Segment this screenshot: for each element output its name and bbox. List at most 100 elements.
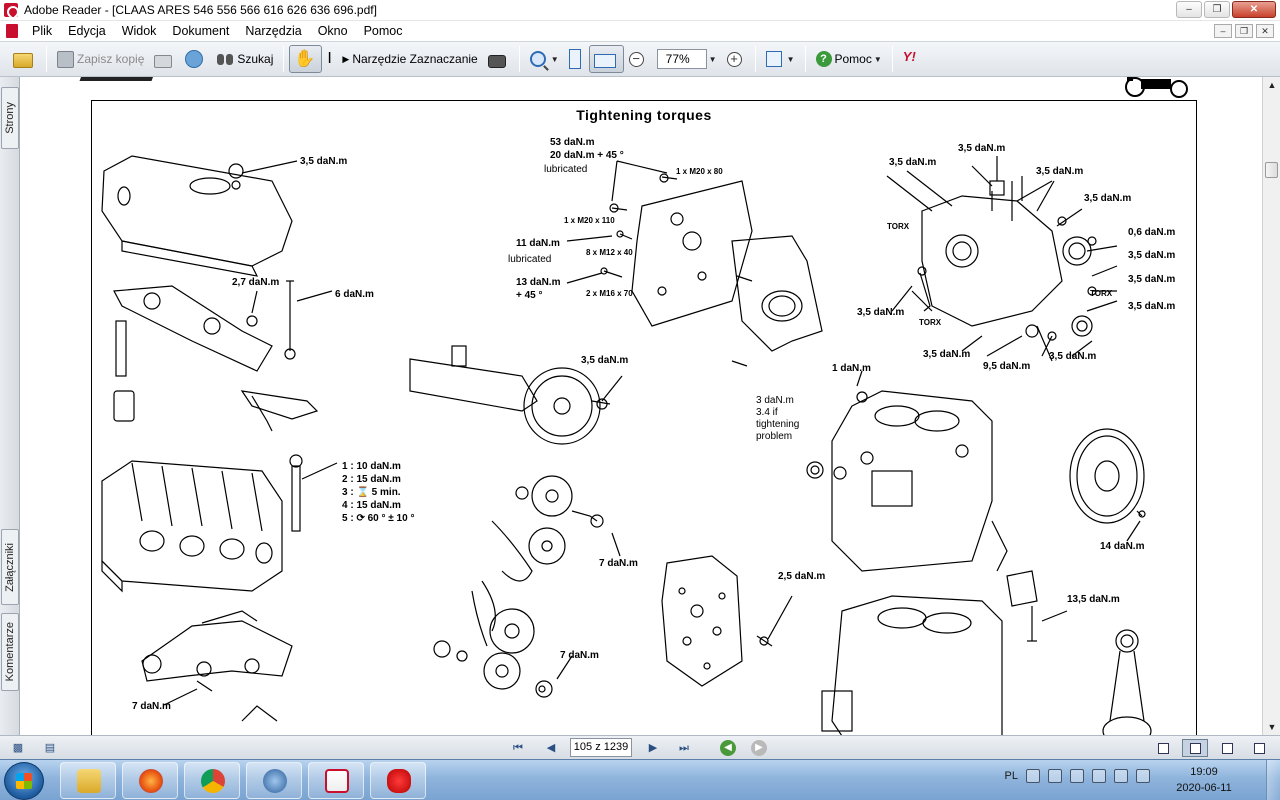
document-icon[interactable] [6, 24, 18, 38]
menu-pomoc[interactable]: Pomoc [356, 21, 411, 41]
toolbar: Zapisz kopię Szukaj ✋ I ▶ Narzędzie Zaznac… [0, 41, 1280, 77]
zoom-tool-button[interactable]: ▼ [525, 45, 564, 73]
keyboard-icon[interactable] [1026, 769, 1040, 783]
toolbar-separator [46, 46, 47, 72]
tab-comments[interactable]: Komentarze [1, 613, 19, 691]
open-button[interactable] [8, 45, 41, 73]
select-tool-label: Narzędzie Zaznaczanie [352, 52, 478, 66]
search-button[interactable]: Szukaj [211, 45, 278, 73]
facing-page-icon [1222, 743, 1233, 754]
zoom-in-button[interactable]: + [722, 45, 750, 73]
continuous-facing-view-button[interactable] [1246, 739, 1272, 757]
volume-icon[interactable] [1136, 769, 1150, 783]
dropdown-arrow-icon: ▼ [708, 54, 717, 64]
taskbar-app[interactable] [370, 762, 426, 799]
torque-camshaft: 3,5 daN.m [581, 355, 629, 366]
zoom-level-select[interactable]: 77% ▼ [652, 45, 722, 73]
adobe-reader-icon [325, 769, 349, 793]
next-page-button[interactable]: ▶ [645, 740, 661, 756]
clock[interactable]: 19:09 2020-06-11 [1168, 764, 1240, 796]
menu-edycja[interactable]: Edycja [60, 21, 114, 41]
facing-view-button[interactable] [1214, 739, 1240, 757]
previous-page-button[interactable]: ◀ [543, 740, 559, 756]
select-tool-button[interactable]: I ▶ Narzędzie Zaznaczanie [322, 45, 482, 73]
last-page-button[interactable]: ⏭ [676, 740, 692, 756]
zoom-out-button[interactable]: − [624, 45, 652, 73]
doc-restore-button[interactable]: ❐ [1235, 24, 1253, 38]
toolbar-separator [804, 46, 806, 72]
thunderbird-icon [263, 769, 287, 793]
taskbar-adobe-reader[interactable] [308, 762, 364, 799]
tab-attachments[interactable]: Załączniki [1, 529, 19, 605]
panel-toggle-icon[interactable]: ▩ [10, 740, 26, 756]
rotate-button[interactable]: ▼ [761, 45, 800, 73]
print-button[interactable] [149, 45, 180, 73]
doc-close-button[interactable]: ✕ [1256, 24, 1274, 38]
previous-view-button[interactable]: ◀ [720, 740, 736, 756]
scroll-thumb[interactable] [1265, 162, 1278, 178]
splash-icon [387, 769, 411, 793]
torque-pump-j: 3,5 daN.m [923, 349, 971, 360]
minimize-button[interactable]: – [1176, 1, 1202, 18]
printer-icon [154, 54, 173, 68]
head-sequence-4: 4 : 15 daN.m [342, 500, 401, 511]
menu-widok[interactable]: Widok [114, 21, 165, 41]
network-icon[interactable] [1070, 769, 1084, 783]
document-view[interactable]: Tightening torques 3,5 daN.m 2,7 daN.m 6… [21, 77, 1262, 735]
binoculars-icon [216, 51, 234, 67]
menu-okno[interactable]: Okno [310, 21, 356, 41]
first-page-button[interactable]: ⏮ [510, 740, 526, 756]
help-button[interactable]: ? Pomoc ▼ [811, 45, 887, 73]
yahoo-toolbar-button[interactable]: Y! [898, 45, 941, 73]
doc-minimize-button[interactable]: – [1214, 24, 1232, 38]
taskbar-explorer[interactable] [60, 762, 116, 799]
email-button[interactable] [180, 45, 211, 73]
menu-dokument[interactable]: Dokument [164, 21, 237, 41]
torx-label-a: TORX [887, 222, 910, 231]
scroll-down-arrow[interactable]: ▼ [1264, 719, 1280, 735]
fit-width-button[interactable] [588, 45, 624, 73]
folder-icon [77, 769, 101, 793]
network-2-icon[interactable] [1092, 769, 1106, 783]
menu-plik[interactable]: Plik [24, 21, 60, 41]
taskbar-chrome[interactable] [184, 762, 240, 799]
zoom-level-value[interactable]: 77% [656, 49, 707, 69]
page-number-field[interactable]: 105 z 1239 [570, 738, 632, 757]
single-page-view-button[interactable] [1150, 739, 1176, 757]
hand-tool-button[interactable]: ✋ [289, 45, 323, 73]
save-copy-button[interactable]: Zapisz kopię [52, 45, 149, 73]
taskbar-thunderbird[interactable] [246, 762, 302, 799]
close-button[interactable]: ✕ [1232, 1, 1276, 18]
next-view-button[interactable]: ▶ [751, 740, 767, 756]
page-navigation-bar: ▩ ▤ ⏮ ◀ 105 z 1239 ▶ ⏭ ◀ ▶ [0, 735, 1280, 759]
show-desktop-button[interactable] [1266, 760, 1280, 800]
window-controls: – ❐ ✕ [1176, 1, 1276, 18]
start-button[interactable] [4, 762, 44, 800]
scroll-up-arrow[interactable]: ▲ [1264, 77, 1280, 93]
snapshot-tool-button[interactable] [483, 45, 514, 73]
plus-icon: + [726, 51, 742, 67]
torque-pump-g: 3,5 daN.m [1128, 274, 1176, 285]
maximize-button[interactable]: ❐ [1204, 1, 1230, 18]
toolbar-separator [754, 46, 756, 72]
flag-icon[interactable] [1114, 769, 1128, 783]
taskbar-firefox[interactable] [122, 762, 178, 799]
tab-pages-label: Strony [4, 102, 16, 134]
torque-gear-a: 7 daN.m [599, 558, 638, 569]
torque-pump-i: 3,5 daN.m [857, 307, 905, 318]
language-indicator[interactable]: PL [1005, 770, 1018, 782]
menu-narzedzia[interactable]: Narzędzia [237, 21, 309, 41]
clock-time: 19:09 [1190, 766, 1218, 778]
vertical-scrollbar[interactable]: ▲ ▼ [1262, 77, 1280, 735]
engine-diagram [101, 155, 1152, 735]
tab-pages[interactable]: Strony [1, 87, 19, 149]
security-icon[interactable] [1048, 769, 1062, 783]
email-icon [185, 50, 204, 68]
options-icon[interactable]: ▤ [42, 740, 58, 756]
fit-page-button[interactable] [564, 45, 589, 73]
torque-block-1: 1 daN.m [832, 363, 871, 374]
torque-pump-d: 3,5 daN.m [1084, 193, 1132, 204]
hand-icon: ✋ [294, 49, 316, 68]
continuous-view-button[interactable] [1182, 739, 1208, 757]
torx-label-c: TORX [919, 318, 942, 327]
